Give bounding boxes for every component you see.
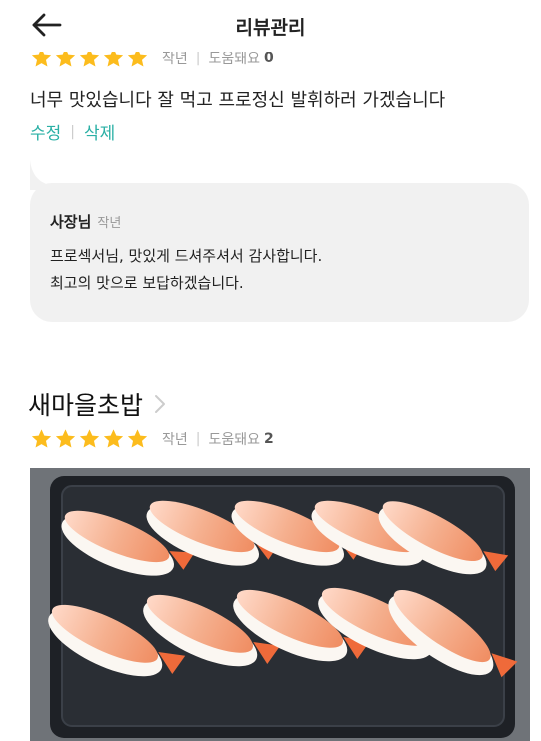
delete-button[interactable]: 삭제 — [84, 119, 115, 144]
star-icon — [55, 429, 76, 448]
review-text: 너무 맛있습니다 잘 먹고 프로정신 발휘하러 가겠습니다 — [30, 90, 446, 111]
page-title: 리뷰관리 — [235, 17, 306, 39]
reply-owner-label: 사장님 — [50, 213, 92, 231]
reply-text-line: 최고의 맛으로 보답하겠습니다. — [50, 274, 244, 292]
reply-text-line: 프로섹서님, 맛있게 드셔주셔서 감사합니다. — [50, 247, 323, 265]
review-meta: 작년 | 도움돼요 0 — [162, 52, 274, 68]
review-date: 작년 — [162, 432, 188, 448]
star-icon — [127, 429, 148, 448]
divider: | — [70, 123, 75, 140]
divider: | — [195, 52, 201, 66]
reply-author: 사장님 작년 — [50, 211, 121, 232]
star-icon — [127, 52, 148, 67]
shrimp-sushi-photo — [30, 468, 530, 741]
review-meta: 작년 | 도움돼요 2 — [162, 429, 274, 449]
review-actions: 수정 | 삭제 — [30, 119, 115, 145]
review-rating-stars: 작년 | 도움돼요 0 — [30, 52, 274, 74]
owner-reply: 사장님 작년 프로섹서님, 맛있게 드셔주셔서 감사합니다. 최고의 맛으로 보답… — [30, 183, 529, 322]
helpful-label: 도움돼요 — [208, 432, 261, 448]
divider: | — [195, 431, 201, 447]
star-icon — [55, 52, 76, 67]
review-rating-stars: 작년 | 도움돼요 2 — [30, 428, 274, 450]
review-photo[interactable] — [30, 468, 530, 741]
review-date: 작년 — [162, 52, 188, 67]
helpful-count: 2 — [264, 431, 274, 447]
edit-button[interactable]: 수정 — [30, 119, 61, 144]
star-icon — [103, 429, 124, 448]
top-app-bar: 리뷰관리 — [0, 0, 541, 52]
helpful-label: 도움돼요 — [208, 52, 261, 67]
star-icon — [103, 52, 124, 67]
menu-name: 새마을초밥 — [28, 391, 144, 420]
helpful-count: 0 — [264, 52, 274, 66]
star-icon — [79, 429, 100, 448]
star-icon — [31, 52, 52, 67]
chevron-right-icon — [155, 395, 166, 413]
star-icon — [31, 429, 52, 448]
reply-date: 작년 — [97, 216, 122, 231]
star-icon — [79, 52, 100, 67]
menu-name-link[interactable]: 새마을초밥 — [28, 386, 167, 422]
